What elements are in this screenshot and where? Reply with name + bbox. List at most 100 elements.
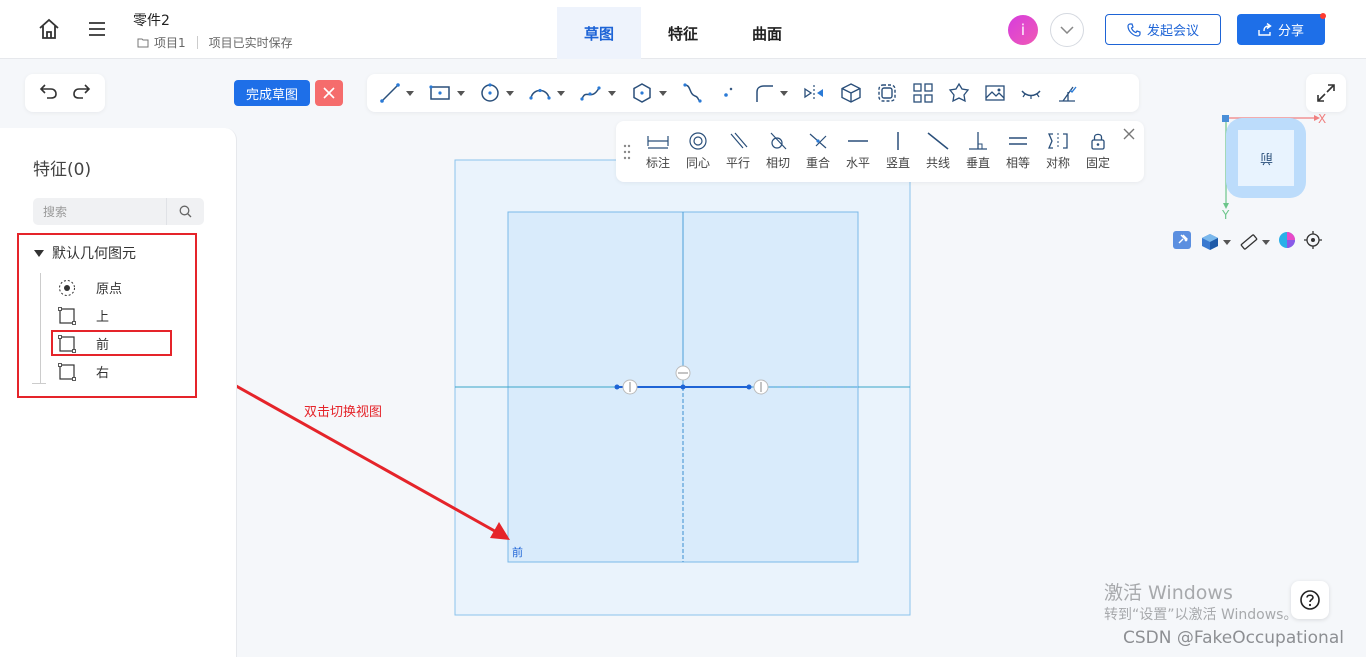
line-icon bbox=[380, 83, 400, 103]
redo-icon[interactable] bbox=[72, 82, 92, 104]
share-label: 分享 bbox=[1277, 24, 1304, 39]
constraint-marker-icon bbox=[622, 379, 638, 395]
spline-tool[interactable] bbox=[579, 74, 616, 112]
lock-icon bbox=[1091, 133, 1105, 150]
constraint-label: 相等 bbox=[1005, 156, 1030, 170]
cube-icon bbox=[841, 83, 861, 103]
activation-watermark-text: 转到“设置”以激活 Windows。 bbox=[1104, 607, 1298, 623]
tab-sketch[interactable]: 草图 bbox=[557, 7, 641, 59]
view-tools bbox=[1166, 227, 1344, 257]
document-breadcrumb: 项目1 项目已实时保存 bbox=[137, 34, 293, 51]
tab-feature[interactable]: 特征 bbox=[641, 7, 725, 59]
spline-icon bbox=[580, 86, 601, 101]
parallel-icon bbox=[730, 132, 748, 149]
constraint-equal[interactable]: 相等 bbox=[998, 132, 1038, 171]
finish-sketch-button[interactable]: 完成草图 bbox=[234, 80, 310, 106]
avatar[interactable]: i bbox=[1008, 15, 1038, 45]
fullscreen-button[interactable] bbox=[1306, 74, 1346, 112]
constraint-tangent[interactable]: 相切 bbox=[758, 132, 798, 171]
annotation-highlight-box bbox=[51, 330, 172, 356]
constraint-vertical[interactable]: 竖直 bbox=[878, 132, 918, 171]
phone-icon bbox=[1127, 22, 1141, 37]
sketch-draw-toolbar bbox=[367, 74, 1139, 112]
cube-tool[interactable] bbox=[840, 74, 862, 112]
constraint-marker-icon bbox=[753, 379, 769, 395]
share-icon bbox=[1258, 23, 1272, 36]
constraint-label: 固定 bbox=[1085, 156, 1110, 170]
pin-icon[interactable] bbox=[1172, 230, 1192, 254]
x-axis-label: X bbox=[1318, 113, 1326, 126]
constraint-label: 标注 bbox=[645, 156, 670, 170]
image-tool[interactable] bbox=[984, 74, 1006, 112]
fillet-tool[interactable] bbox=[753, 74, 788, 112]
close-icon[interactable] bbox=[1122, 127, 1136, 141]
shape-tool[interactable] bbox=[948, 74, 970, 112]
constraint-perpendicular[interactable]: 垂直 bbox=[958, 132, 998, 171]
home-icon[interactable] bbox=[36, 16, 62, 42]
constraint-horizontal[interactable]: 水平 bbox=[838, 132, 878, 171]
constraint-fix[interactable]: 固定 bbox=[1078, 132, 1118, 171]
polygon-tool[interactable] bbox=[630, 74, 667, 112]
search-icon[interactable] bbox=[167, 205, 204, 218]
mirror-icon bbox=[804, 85, 823, 101]
constraint-marker-icon bbox=[675, 365, 691, 381]
annotation-text: 双击切换视图 bbox=[304, 405, 383, 420]
menu-icon[interactable] bbox=[84, 16, 110, 42]
target-icon[interactable] bbox=[1304, 231, 1322, 253]
point-tool[interactable] bbox=[717, 74, 739, 112]
trim-tool[interactable] bbox=[681, 74, 703, 112]
share-button[interactable]: 分享 bbox=[1237, 14, 1325, 45]
constraint-label: 同心 bbox=[685, 156, 710, 170]
features-title: 特征(0) bbox=[33, 160, 92, 180]
vertical-icon bbox=[897, 132, 899, 150]
perpendicular-icon bbox=[969, 132, 987, 150]
constraint-coincident[interactable]: 重合 bbox=[798, 132, 838, 171]
tab-surface[interactable]: 曲面 bbox=[725, 7, 809, 59]
polygon-icon bbox=[633, 83, 651, 103]
drag-handle-icon[interactable] bbox=[620, 137, 634, 167]
cancel-sketch-button[interactable] bbox=[315, 80, 343, 106]
constraint-icon bbox=[1059, 86, 1077, 102]
project-name[interactable]: 项目1 bbox=[154, 34, 186, 51]
constraint-tool[interactable] bbox=[1056, 74, 1078, 112]
undo-icon[interactable] bbox=[38, 82, 58, 104]
constraint-concentric[interactable]: 同心 bbox=[678, 132, 718, 171]
constraint-dimension[interactable]: 标注 bbox=[638, 132, 678, 171]
circle-icon bbox=[481, 83, 499, 102]
help-icon bbox=[1300, 590, 1320, 610]
constraint-collinear[interactable]: 共线 bbox=[918, 132, 958, 171]
point-icon bbox=[724, 87, 733, 97]
save-status: 项目已实时保存 bbox=[208, 36, 293, 50]
search-input[interactable] bbox=[33, 198, 166, 225]
mirror-tool[interactable] bbox=[802, 74, 826, 112]
start-meeting-button[interactable]: 发起会议 bbox=[1105, 14, 1221, 45]
measure-icon[interactable] bbox=[1239, 232, 1270, 252]
document-title[interactable]: 零件2 bbox=[133, 10, 170, 30]
horizontal-icon bbox=[848, 140, 868, 142]
symmetric-icon bbox=[1048, 133, 1068, 149]
pattern-tool[interactable] bbox=[912, 74, 934, 112]
meeting-label: 发起会议 bbox=[1146, 24, 1199, 39]
constraint-label: 水平 bbox=[845, 156, 870, 170]
constraint-symmetric[interactable]: 对称 bbox=[1038, 132, 1078, 171]
help-button[interactable] bbox=[1291, 581, 1329, 619]
chevron-down-icon[interactable] bbox=[1050, 13, 1084, 47]
line-tool[interactable] bbox=[379, 74, 414, 112]
rectangle-tool[interactable] bbox=[428, 74, 465, 112]
coincident-icon bbox=[809, 133, 827, 149]
y-axis-label: Y bbox=[1222, 208, 1230, 222]
view-mode-icon[interactable] bbox=[1200, 232, 1231, 252]
search-box bbox=[33, 198, 204, 225]
view-cube[interactable]: X Y 前 bbox=[1222, 113, 1332, 223]
color-wheel-icon[interactable] bbox=[1278, 231, 1296, 253]
sketch-point bbox=[680, 384, 686, 390]
arc-tool[interactable] bbox=[528, 74, 565, 112]
constraint-parallel[interactable]: 平行 bbox=[718, 132, 758, 171]
tangent-icon bbox=[770, 132, 787, 150]
circle-tool[interactable] bbox=[479, 74, 514, 112]
sketch-point bbox=[614, 384, 620, 390]
offset-tool[interactable] bbox=[876, 74, 898, 112]
sketch-plane-inner bbox=[507, 211, 859, 563]
hide-tool[interactable] bbox=[1020, 74, 1042, 112]
sketch-point bbox=[746, 384, 752, 390]
